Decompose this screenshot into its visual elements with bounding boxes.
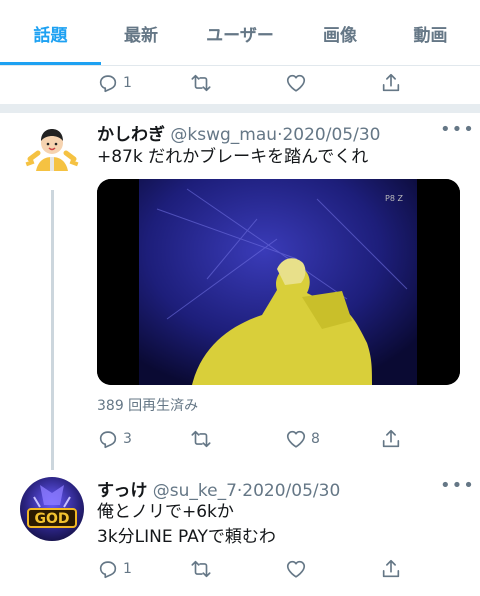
reply-count: 1: [123, 75, 132, 91]
tab-videos[interactable]: 動画: [381, 0, 480, 66]
tweet-header: かしわぎ @kswg_mau·2020/05/30: [97, 120, 380, 145]
like-button[interactable]: [285, 554, 307, 584]
tweet-divider: [0, 104, 480, 113]
tweet-header: すっけ @su_ke_7·2020/05/30: [97, 476, 340, 501]
display-name[interactable]: すっけ: [97, 481, 147, 501]
reply-count: 1: [123, 561, 132, 577]
reply-button[interactable]: 3: [97, 424, 132, 454]
retweet-icon: [191, 560, 211, 578]
like-button[interactable]: [285, 68, 307, 98]
reply-button[interactable]: 1: [97, 554, 132, 584]
more-icon[interactable]: •••: [440, 477, 474, 495]
heart-icon: [286, 74, 306, 92]
video-thumbnail: P8 Z: [97, 179, 460, 385]
tweet-date[interactable]: 2020/05/30: [282, 125, 380, 145]
avatar[interactable]: [20, 121, 84, 185]
display-name[interactable]: かしわぎ: [97, 125, 165, 145]
retweet-icon: [191, 430, 211, 448]
tab-users[interactable]: ユーザー: [181, 0, 299, 66]
user-handle[interactable]: @kswg_mau: [170, 125, 277, 145]
like-count: 8: [311, 431, 320, 447]
video-view-count: 389 回再生済み: [97, 398, 199, 414]
tweet-text-line-1: 俺とノリで+6kか: [97, 502, 234, 522]
reply-icon: [99, 561, 117, 579]
avatar-logo-text: GOD: [34, 511, 69, 527]
reply-button[interactable]: 1: [97, 68, 132, 98]
retweet-button[interactable]: [190, 554, 212, 584]
video-player[interactable]: P8 Z: [97, 179, 460, 385]
reply-count: 3: [123, 431, 132, 447]
reply-icon: [99, 75, 117, 93]
share-icon: [382, 429, 400, 448]
avatar-image: GOD: [20, 477, 84, 541]
share-icon: [382, 73, 400, 92]
share-button[interactable]: [380, 68, 402, 98]
heart-icon: [286, 430, 306, 448]
tweet-date[interactable]: 2020/05/30: [242, 481, 340, 501]
tab-images[interactable]: 画像: [299, 0, 381, 66]
tab-latest[interactable]: 最新: [101, 0, 181, 66]
tweet-text: +87k だれかブレーキを踏んでくれ: [97, 147, 369, 167]
avatar-illustration: [20, 121, 84, 185]
svg-text:P8 Z: P8 Z: [385, 194, 403, 203]
tweet-text-line-2: 3k分LINE PAYで頼むわ: [97, 527, 276, 547]
active-tab-indicator: [0, 62, 101, 65]
user-handle[interactable]: @su_ke_7: [153, 481, 237, 501]
more-icon[interactable]: •••: [440, 121, 474, 139]
share-button[interactable]: [380, 424, 402, 454]
retweet-button[interactable]: [190, 68, 212, 98]
retweet-icon: [191, 74, 211, 92]
share-button[interactable]: [380, 554, 402, 584]
like-button[interactable]: 8: [285, 424, 320, 454]
search-tabs: 話題 最新 ユーザー 画像 動画: [0, 0, 480, 66]
tweet-actions: 1: [0, 554, 480, 584]
tab-top[interactable]: 話題: [0, 0, 101, 66]
share-icon: [382, 559, 400, 578]
tweet-actions: 3 8: [0, 424, 480, 454]
prev-tweet-actions: 1: [0, 68, 480, 98]
avatar[interactable]: GOD: [20, 477, 84, 541]
reply-icon: [99, 431, 117, 449]
retweet-button[interactable]: [190, 424, 212, 454]
heart-icon: [286, 560, 306, 578]
